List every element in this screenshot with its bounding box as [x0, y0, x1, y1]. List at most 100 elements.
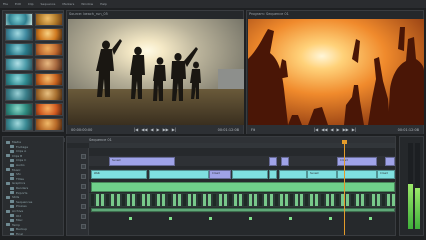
- media-thumbnail[interactable]: [5, 58, 33, 71]
- timeline-clip[interactable]: [269, 170, 277, 179]
- menu-item-file[interactable]: File: [3, 2, 8, 6]
- source-play-button[interactable]: ▶: [157, 127, 160, 132]
- timeline-clip[interactable]: [269, 157, 277, 166]
- source-video-frame[interactable]: [68, 19, 244, 125]
- program-rewind-button[interactable]: ◀◀: [321, 127, 327, 132]
- project-folder[interactable]: Exports: [10, 191, 27, 195]
- project-folder[interactable]: Music: [6, 168, 21, 172]
- media-thumbnail[interactable]: [35, 118, 63, 131]
- timeline-clip[interactable]: Walk: [91, 170, 147, 179]
- folder-icon: [10, 149, 14, 153]
- audio-waveform-segment: [330, 194, 334, 206]
- timeline-clip[interactable]: [337, 170, 377, 179]
- track-toggle-button[interactable]: [81, 184, 86, 189]
- keyframe-marker[interactable]: [129, 217, 132, 220]
- program-go-to-out-button[interactable]: ▶|: [352, 127, 356, 132]
- track-toggle-button[interactable]: [81, 214, 86, 219]
- menu-item-markers[interactable]: Markers: [62, 2, 74, 6]
- time-ruler[interactable]: [89, 143, 395, 148]
- media-thumbnail[interactable]: [35, 103, 63, 116]
- program-zoom-select[interactable]: Fit: [251, 128, 255, 132]
- media-thumbnail[interactable]: [5, 28, 33, 41]
- track-toggle-button[interactable]: [81, 224, 86, 229]
- media-thumbnail[interactable]: [5, 103, 33, 116]
- timeline-clip[interactable]: [149, 170, 209, 179]
- project-folder[interactable]: Clips A: [10, 149, 26, 153]
- timeline-clip[interactable]: [91, 182, 395, 192]
- sequence-title: Sequence 01: [89, 138, 112, 142]
- keyframe-marker[interactable]: [249, 217, 252, 220]
- keyframe-marker[interactable]: [169, 217, 172, 220]
- media-thumbnail[interactable]: [35, 73, 63, 86]
- media-thumbnail[interactable]: [5, 88, 33, 101]
- keyframe-marker[interactable]: [369, 217, 372, 220]
- track-toggle-button[interactable]: [81, 164, 86, 169]
- project-folder[interactable]: Media: [6, 140, 21, 144]
- project-folder[interactable]: Sequences: [10, 200, 32, 204]
- menu-item-help[interactable]: Help: [100, 2, 107, 6]
- menu-item-clip[interactable]: Clip: [28, 2, 34, 6]
- keyframe-marker[interactable]: [329, 217, 332, 220]
- track-toggle-button[interactable]: [81, 174, 86, 179]
- source-go-to-out-button[interactable]: ▶|: [172, 127, 176, 132]
- media-thumbnail[interactable]: [5, 118, 33, 131]
- project-folder[interactable]: Backup: [10, 227, 27, 231]
- project-folder[interactable]: Archive: [6, 209, 23, 213]
- program-go-to-in-button[interactable]: |◀: [314, 127, 318, 132]
- playhead[interactable]: [344, 141, 345, 235]
- audio-waveform-segment: [295, 194, 298, 206]
- source-step-back-button[interactable]: ◀: [150, 127, 153, 132]
- media-bin[interactable]: [2, 10, 65, 142]
- track-toggle-button[interactable]: [81, 194, 86, 199]
- source-rewind-button[interactable]: ◀◀: [141, 127, 147, 132]
- menu-item-sequence[interactable]: Sequence: [41, 2, 56, 6]
- project-folder[interactable]: Clips B: [6, 154, 22, 158]
- audio-waveform-segment: [376, 194, 380, 206]
- audio-waveform-segment: [208, 194, 212, 206]
- source-fast-forward-button[interactable]: ▶▶: [163, 127, 169, 132]
- project-folder[interactable]: Clips C: [10, 158, 26, 162]
- media-thumbnail[interactable]: [5, 43, 33, 56]
- timeline-clip[interactable]: Crowd: [209, 170, 231, 179]
- project-folder[interactable]: Misc: [10, 218, 23, 222]
- timeline-clip[interactable]: [281, 157, 289, 166]
- media-thumbnail[interactable]: [35, 58, 63, 71]
- timeline-clip[interactable]: Crowd: [377, 170, 395, 179]
- project-folder[interactable]: Final: [10, 232, 23, 235]
- program-fast-forward-button[interactable]: ▶▶: [343, 127, 349, 132]
- timeline-clip[interactable]: Sunset: [307, 170, 337, 179]
- project-folder[interactable]: Audio: [10, 163, 25, 167]
- menu-item-window[interactable]: Window: [81, 2, 93, 6]
- keyframe-marker[interactable]: [289, 217, 292, 220]
- timeline-clip[interactable]: Sunset: [109, 157, 175, 166]
- timeline-clip[interactable]: [279, 170, 307, 179]
- project-folder[interactable]: Old: [10, 214, 21, 218]
- project-folder[interactable]: Sfx: [10, 172, 21, 176]
- timeline-clip[interactable]: [385, 157, 395, 166]
- media-thumbnail[interactable]: [35, 28, 63, 41]
- keyframe-marker[interactable]: [209, 217, 212, 220]
- track-toggle-button[interactable]: [81, 154, 86, 159]
- project-folder-label: Sfx: [16, 172, 21, 177]
- program-play-button[interactable]: ▶: [337, 127, 340, 132]
- timeline-clip[interactable]: [232, 170, 268, 179]
- menu-item-edit[interactable]: Edit: [15, 2, 21, 6]
- source-go-to-in-button[interactable]: |◀: [134, 127, 138, 132]
- project-folder[interactable]: Titles: [10, 177, 24, 181]
- program-step-back-button[interactable]: ◀: [330, 127, 333, 132]
- timeline-clip[interactable]: [91, 208, 395, 212]
- timeline-clip[interactable]: Crowd: [337, 157, 377, 166]
- media-thumbnail[interactable]: [5, 13, 33, 26]
- project-folder[interactable]: Graphics: [6, 181, 25, 185]
- project-folder[interactable]: Renders: [10, 186, 28, 190]
- project-folder[interactable]: Footage: [10, 145, 28, 149]
- media-thumbnail[interactable]: [35, 43, 63, 56]
- media-thumbnail[interactable]: [35, 13, 63, 26]
- project-folder[interactable]: Temp: [6, 223, 20, 227]
- track-toggle-button[interactable]: [81, 204, 86, 209]
- project-folder[interactable]: Stills: [6, 195, 19, 199]
- media-thumbnail[interactable]: [35, 88, 63, 101]
- media-thumbnail[interactable]: [5, 73, 33, 86]
- project-folder[interactable]: Proxies: [10, 204, 27, 208]
- program-video-frame[interactable]: [248, 19, 424, 125]
